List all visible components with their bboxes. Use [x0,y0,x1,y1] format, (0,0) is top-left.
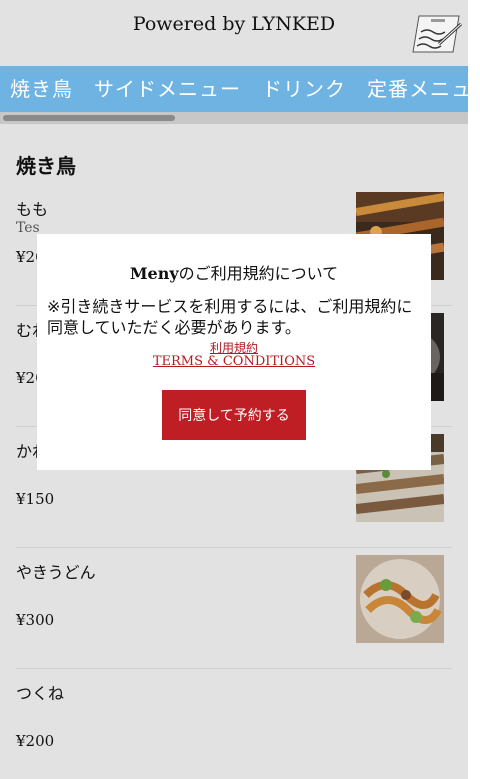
terms-modal: Menyのご利用規約について ※引き続きサービスを利用するには、ご利用規約に同意… [37,234,431,470]
modal-title-text: のご利用規約について [178,264,339,283]
agree-reserve-button[interactable]: 同意して予約する [162,390,306,440]
modal-backdrop: Menyのご利用規約について ※引き続きサービスを利用するには、ご利用規約に同意… [0,0,468,779]
modal-title-brand: Meny [129,264,179,283]
modal-title: Menyのご利用規約について [37,260,431,284]
terms-link-en[interactable]: TERMS & CONDITIONS [37,354,431,369]
app-container: Powered by LYNKED 焼き鳥サイドメニュードリンク定番メニュー 焼… [0,0,468,779]
modal-body: ※引き続きサービスを利用するには、ご利用規約に同意していただく必要があります。 [47,297,413,337]
